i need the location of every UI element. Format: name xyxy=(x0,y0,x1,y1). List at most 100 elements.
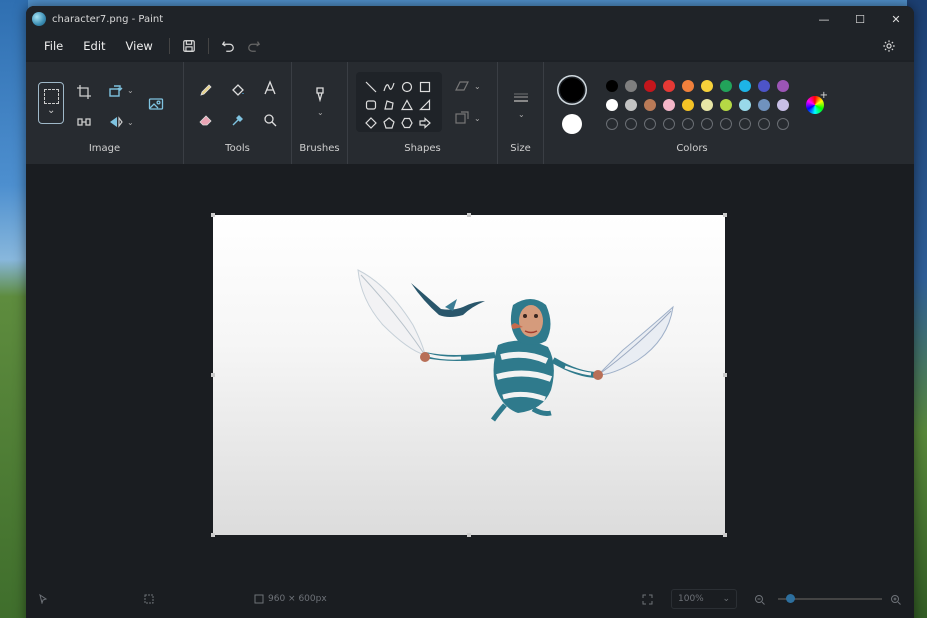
rounded-rectangle-shape-icon[interactable] xyxy=(362,96,380,114)
palette-color-swatch[interactable] xyxy=(625,99,637,111)
flip-dropdown-chevron-icon[interactable]: ⌄ xyxy=(127,118,134,127)
palette-color-swatch[interactable] xyxy=(644,80,656,92)
palette-color-swatch[interactable] xyxy=(720,80,732,92)
palette-color-swatch[interactable] xyxy=(682,99,694,111)
custom-color-slot[interactable] xyxy=(663,118,675,130)
custom-color-slot[interactable] xyxy=(682,118,694,130)
shape-outline-icon[interactable] xyxy=(452,76,472,96)
flip-icon[interactable] xyxy=(106,112,126,132)
palette-color-swatch[interactable] xyxy=(682,80,694,92)
outline-dropdown-chevron-icon[interactable]: ⌄ xyxy=(474,82,481,91)
menu-edit[interactable]: Edit xyxy=(73,39,115,53)
palette-color-swatch[interactable] xyxy=(758,99,770,111)
custom-color-slot[interactable] xyxy=(720,118,732,130)
drawing-canvas[interactable] xyxy=(213,215,725,535)
custom-color-slot[interactable] xyxy=(701,118,713,130)
curve-shape-icon[interactable] xyxy=(380,78,398,96)
rotate-dropdown-chevron-icon[interactable]: ⌄ xyxy=(127,86,134,95)
hexagon-shape-icon[interactable] xyxy=(398,114,416,132)
resize-handle[interactable] xyxy=(211,533,215,537)
resize-handle[interactable] xyxy=(723,213,727,217)
custom-color-slot[interactable] xyxy=(606,118,618,130)
zoom-out-icon[interactable] xyxy=(754,594,765,605)
minimize-button[interactable]: — xyxy=(806,6,842,32)
zoom-slider-thumb[interactable] xyxy=(786,594,795,603)
rectangle-shape-icon[interactable] xyxy=(416,78,434,96)
fit-to-window-icon[interactable] xyxy=(642,594,653,605)
redo-icon[interactable] xyxy=(241,35,267,57)
diamond-shape-icon[interactable] xyxy=(362,114,380,132)
edit-colors-icon[interactable] xyxy=(806,90,828,114)
palette-color-swatch[interactable] xyxy=(663,99,675,111)
maximize-button[interactable]: ☐ xyxy=(842,6,878,32)
resize-handle[interactable] xyxy=(467,213,471,217)
rotate-icon[interactable] xyxy=(106,80,126,100)
palette-color-swatch[interactable] xyxy=(625,80,637,92)
brushes-dropdown-chevron-icon[interactable]: ⌄ xyxy=(317,108,324,117)
canvas-size-text: 960 × 600px xyxy=(268,594,327,604)
custom-color-slot[interactable] xyxy=(739,118,751,130)
line-size-icon[interactable] xyxy=(511,88,531,108)
custom-color-slot[interactable] xyxy=(758,118,770,130)
menu-view[interactable]: View xyxy=(116,39,163,53)
palette-color-swatch[interactable] xyxy=(663,80,675,92)
palette-color-swatch[interactable] xyxy=(644,99,656,111)
brushes-group-label: Brushes xyxy=(299,143,340,154)
fill-bucket-icon[interactable] xyxy=(228,80,248,100)
shapes-group: ⌄ ⌄ Shapes xyxy=(348,62,498,164)
shape-fill-icon[interactable] xyxy=(452,108,472,128)
triangle-shape-icon[interactable] xyxy=(398,96,416,114)
palette-color-swatch[interactable] xyxy=(739,99,751,111)
paint-window: character7.png - Paint — ☐ ✕ File Edit V… xyxy=(26,6,914,618)
palette-color-swatch[interactable] xyxy=(758,80,770,92)
brush-icon[interactable] xyxy=(310,84,330,104)
zoom-dropdown[interactable]: 100% ⌄ xyxy=(671,589,737,609)
right-triangle-shape-icon[interactable] xyxy=(416,96,434,114)
resize-handle[interactable] xyxy=(211,373,215,377)
color-picker-icon[interactable] xyxy=(228,110,248,130)
menu-file[interactable]: File xyxy=(34,39,73,53)
resize-icon[interactable] xyxy=(74,112,94,132)
palette-color-swatch[interactable] xyxy=(701,80,713,92)
palette-color-swatch[interactable] xyxy=(606,80,618,92)
eraser-icon[interactable] xyxy=(196,110,216,130)
zoom-in-icon[interactable] xyxy=(890,594,901,605)
image-properties-icon[interactable] xyxy=(146,94,166,114)
menu-bar: File Edit View xyxy=(26,32,914,60)
palette-color-swatch[interactable] xyxy=(739,80,751,92)
palette-color-swatch[interactable] xyxy=(701,99,713,111)
crop-icon[interactable] xyxy=(74,82,94,102)
text-icon[interactable] xyxy=(260,78,280,98)
custom-color-slot[interactable] xyxy=(777,118,789,130)
palette-color-swatch[interactable] xyxy=(777,99,789,111)
secondary-color-swatch[interactable] xyxy=(562,114,582,134)
fill-dropdown-chevron-icon[interactable]: ⌄ xyxy=(474,114,481,123)
custom-color-slot[interactable] xyxy=(644,118,656,130)
primary-color-swatch[interactable] xyxy=(560,78,584,102)
palette-color-swatch[interactable] xyxy=(720,99,732,111)
arrow-shape-icon[interactable] xyxy=(416,114,434,132)
pentagon-shape-icon[interactable] xyxy=(380,114,398,132)
size-dropdown-chevron-icon[interactable]: ⌄ xyxy=(518,110,525,119)
cursor-position-icon xyxy=(38,594,48,604)
close-button[interactable]: ✕ xyxy=(878,6,914,32)
palette-color-swatch[interactable] xyxy=(606,99,618,111)
undo-icon[interactable] xyxy=(215,35,241,57)
palette-color-swatch[interactable] xyxy=(777,80,789,92)
status-bar: 960 × 600px 100% ⌄ xyxy=(26,584,914,618)
pencil-icon[interactable] xyxy=(196,80,216,100)
image-group: ⌄ ⌄ Image xyxy=(26,62,184,164)
oval-shape-icon[interactable] xyxy=(398,78,416,96)
save-icon[interactable] xyxy=(176,35,202,57)
line-shape-icon[interactable] xyxy=(362,78,380,96)
resize-handle[interactable] xyxy=(723,373,727,377)
title-bar: character7.png - Paint — ☐ ✕ xyxy=(26,6,914,32)
resize-handle[interactable] xyxy=(723,533,727,537)
resize-handle[interactable] xyxy=(467,533,471,537)
settings-icon[interactable] xyxy=(876,35,902,57)
custom-color-slot[interactable] xyxy=(625,118,637,130)
magnifier-icon[interactable] xyxy=(260,110,280,130)
polygon-shape-icon[interactable] xyxy=(380,96,398,114)
resize-handle[interactable] xyxy=(211,213,215,217)
selection-tool-button[interactable] xyxy=(38,82,64,124)
